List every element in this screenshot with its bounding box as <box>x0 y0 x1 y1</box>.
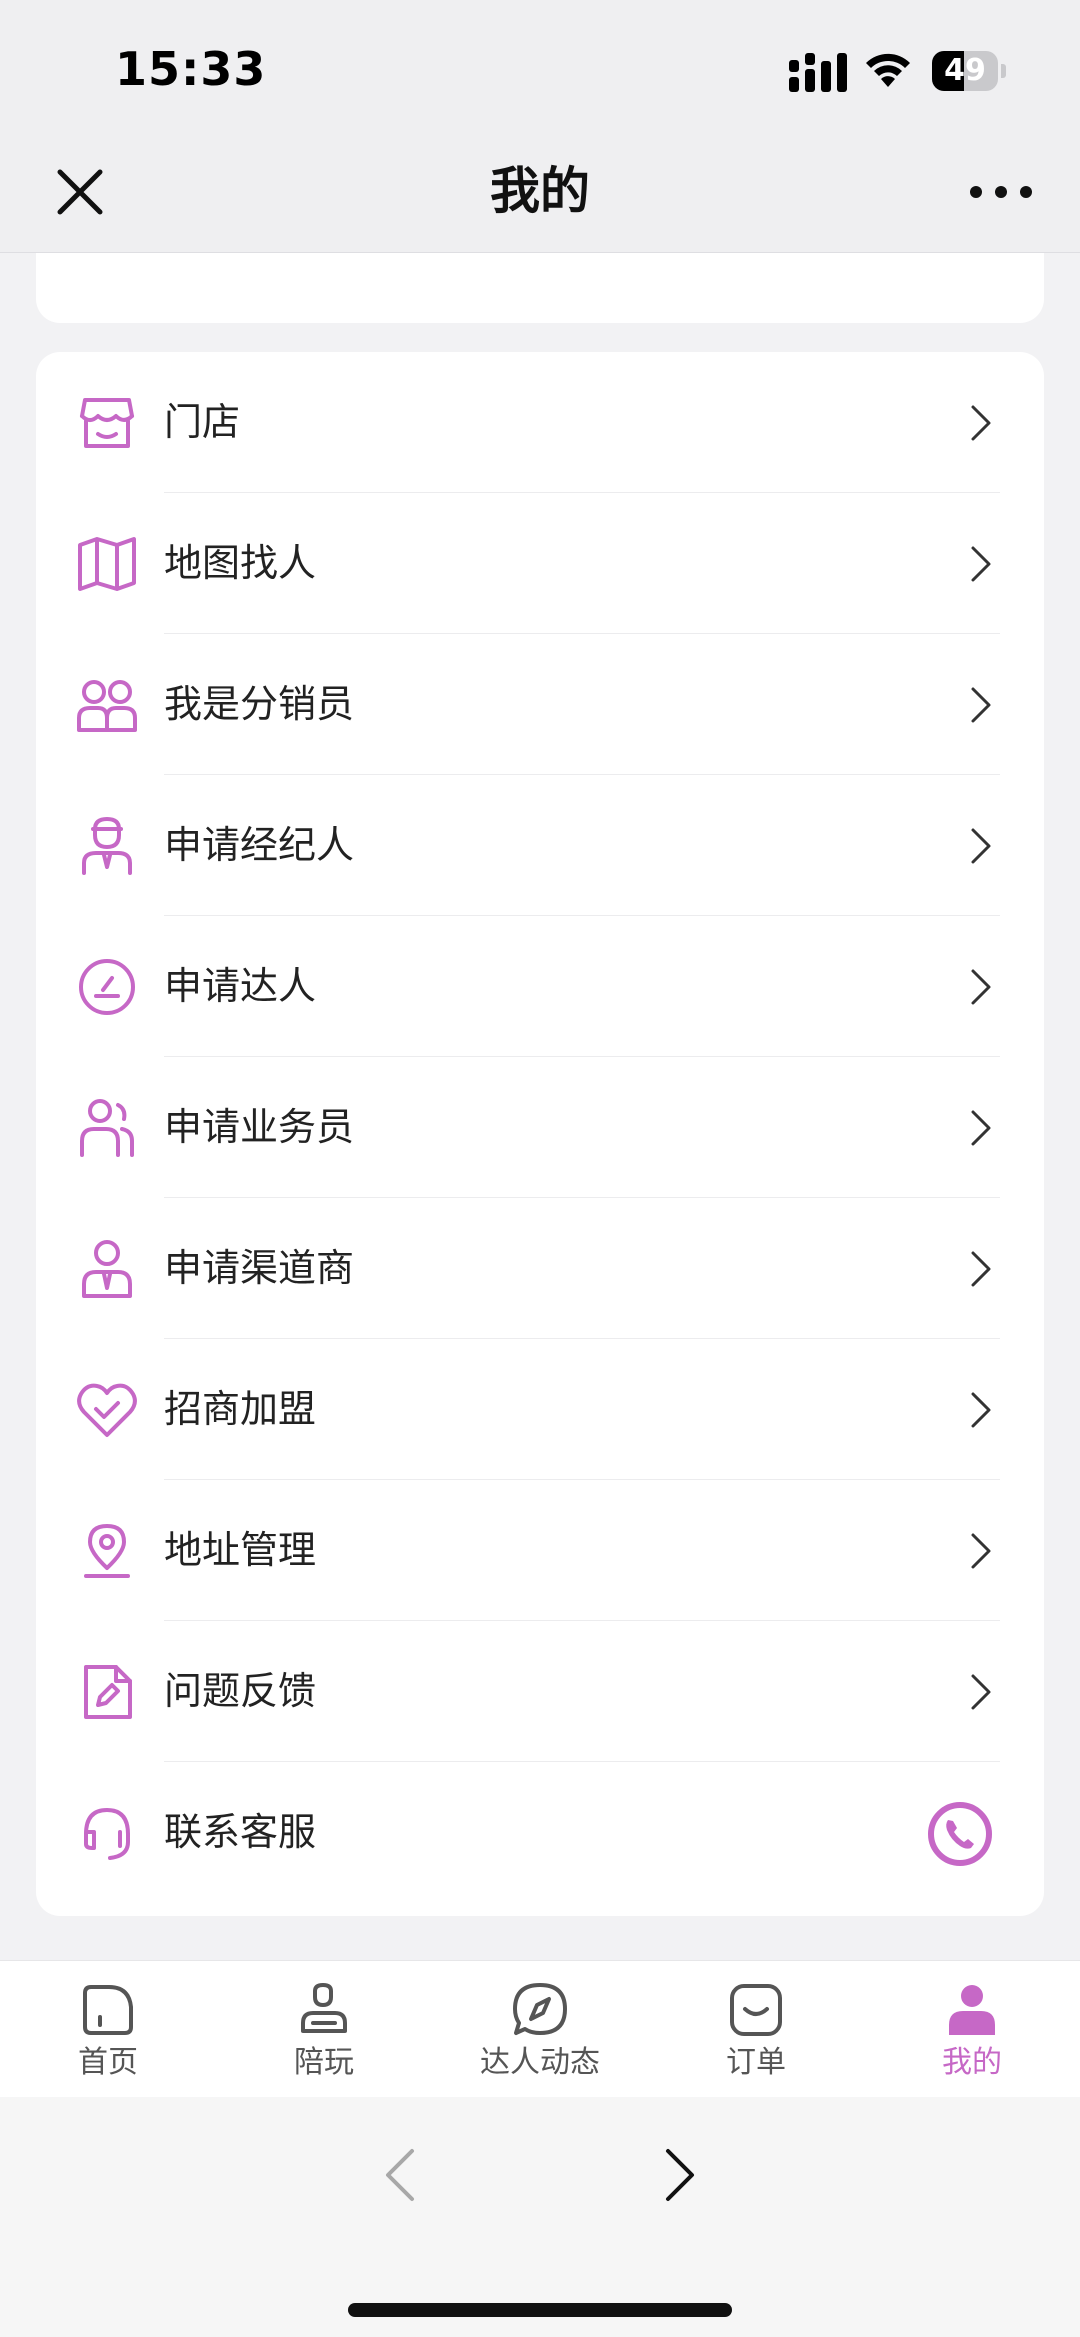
compass-icon <box>513 1983 567 2035</box>
menu-item-map[interactable]: 地图找人 <box>36 493 1044 634</box>
bottom-tab-bar: 首页 陪玩 达人动态 订单 我的 <box>0 1960 1080 2098</box>
tab-companion[interactable]: 陪玩 <box>216 1961 432 2097</box>
browser-toolbar <box>0 2097 1080 2337</box>
chevron-right-icon <box>971 546 991 582</box>
tab-profile[interactable]: 我的 <box>864 1961 1080 2097</box>
chevron-right-icon <box>971 1674 991 1710</box>
chevron-right-icon <box>971 1110 991 1146</box>
cellular-signal-icon <box>789 53 847 92</box>
menu-list: 门店 地图找人 我是分销员 申请经纪人 申请达人 申请业务员 申请渠道商 招商加… <box>36 352 1044 1916</box>
chevron-right-icon <box>971 1392 991 1428</box>
speed-gauge-icon <box>79 959 135 1015</box>
location-pin-icon <box>84 1524 130 1578</box>
phone-icon[interactable] <box>926 1800 994 1868</box>
salesperson-icon <box>80 1099 134 1157</box>
tab-home[interactable]: 首页 <box>0 1961 216 2097</box>
page-title: 我的 <box>490 162 590 220</box>
chevron-right-icon <box>971 405 991 441</box>
tab-label: 达人动态 <box>480 2045 600 2080</box>
more-options-icon[interactable] <box>966 172 1036 212</box>
close-icon[interactable] <box>50 162 110 222</box>
nav-bar: 我的 <box>0 142 1080 253</box>
chevron-right-icon <box>971 828 991 864</box>
menu-item-label: 招商加盟 <box>164 1387 317 1431</box>
chevron-right-icon <box>971 687 991 723</box>
menu-item-label: 申请渠道商 <box>164 1246 355 1290</box>
order-status-card <box>36 253 1044 323</box>
menu-item-apply-talent[interactable]: 申请达人 <box>36 916 1044 1057</box>
battery-body: 49 <box>932 51 998 91</box>
home-indicator[interactable] <box>348 2303 732 2317</box>
menu-item-label: 问题反馈 <box>164 1669 317 1713</box>
users-icon <box>77 680 137 732</box>
tab-label: 陪玩 <box>294 2045 354 2080</box>
menu-item-distributor-me[interactable]: 我是分销员 <box>36 634 1044 775</box>
map-icon <box>78 537 136 591</box>
chevron-right-icon <box>971 1533 991 1569</box>
tab-talent-feed[interactable]: 达人动态 <box>432 1961 648 2097</box>
order-bag-icon <box>730 1984 782 2036</box>
store-icon <box>80 398 134 448</box>
agent-icon <box>82 817 132 875</box>
tab-label: 我的 <box>942 2045 1002 2080</box>
menu-item-label: 申请经纪人 <box>164 823 355 867</box>
menu-item-label: 门店 <box>164 400 241 444</box>
menu-item-label: 申请业务员 <box>164 1105 355 1149</box>
menu-item-apply-channel-partner[interactable]: 申请渠道商 <box>36 1198 1044 1339</box>
tab-label: 首页 <box>78 2045 138 2080</box>
tab-label: 订单 <box>726 2045 786 2080</box>
tab-orders[interactable]: 订单 <box>648 1961 864 2097</box>
chevron-right-icon <box>971 1251 991 1287</box>
profile-icon <box>949 1985 995 2035</box>
distributor-icon <box>82 1240 132 1298</box>
menu-item-label: 联系客服 <box>164 1810 317 1854</box>
menu-item-label: 地图找人 <box>164 541 317 585</box>
battery-tip <box>1001 64 1006 78</box>
menu-item-label: 我是分销员 <box>164 682 355 726</box>
menu-item-customer-service[interactable]: 联系客服 <box>36 1762 1044 1903</box>
headset-icon <box>84 1808 130 1860</box>
battery-level: 49 <box>944 53 986 88</box>
wifi-icon <box>866 53 910 87</box>
home-icon <box>83 1985 133 2035</box>
menu-item-feedback[interactable]: 问题反馈 <box>36 1621 1044 1762</box>
menu-item-address[interactable]: 地址管理 <box>36 1480 1044 1621</box>
chevron-left-icon[interactable] <box>380 2145 420 2205</box>
chevron-right-icon[interactable] <box>660 2145 700 2205</box>
status-bar: 15:33 49 <box>0 0 1080 142</box>
menu-item-apply-salesperson[interactable]: 申请业务员 <box>36 1057 1044 1198</box>
chevron-right-icon <box>971 969 991 1005</box>
status-time: 15:33 <box>115 42 267 96</box>
heart-icon <box>77 1383 137 1437</box>
menu-item-franchise[interactable]: 招商加盟 <box>36 1339 1044 1480</box>
battery-indicator: 49 <box>932 51 1006 91</box>
menu-item-store[interactable]: 门店 <box>36 352 1044 493</box>
menu-item-label: 申请达人 <box>164 964 317 1008</box>
menu-item-label: 地址管理 <box>164 1528 317 1572</box>
companion-icon <box>301 1983 347 2033</box>
menu-item-apply-agent[interactable]: 申请经纪人 <box>36 775 1044 916</box>
feedback-edit-icon <box>84 1665 132 1719</box>
